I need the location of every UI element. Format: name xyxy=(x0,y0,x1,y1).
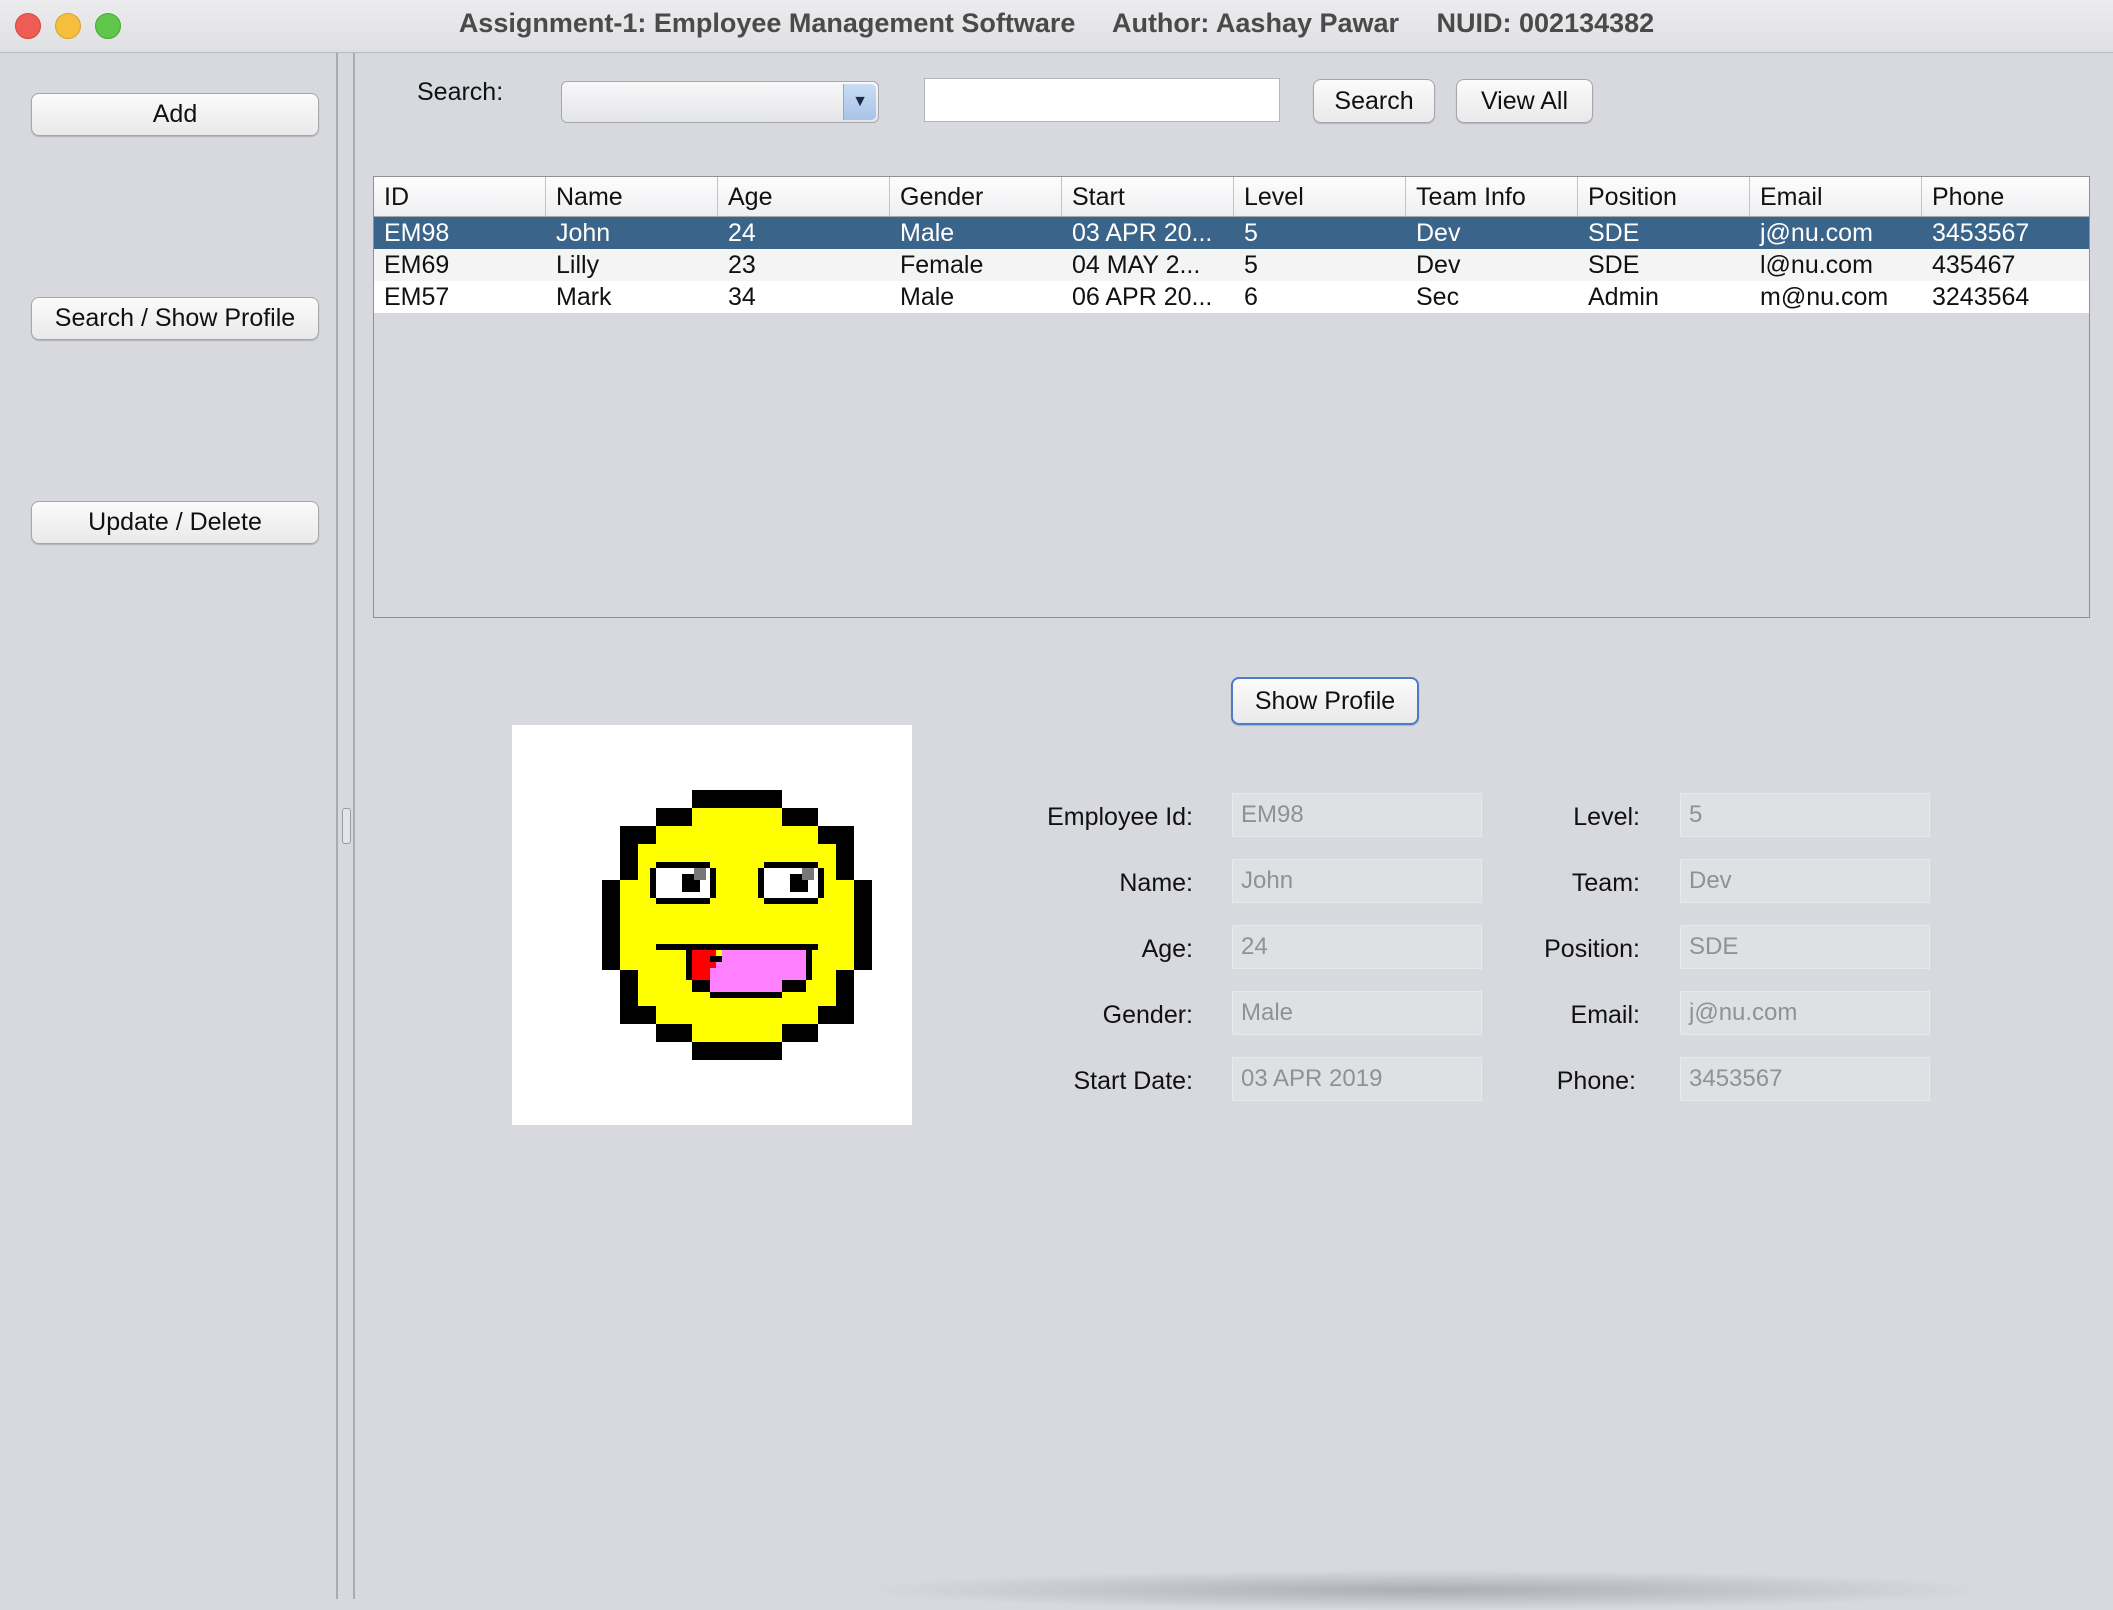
column-header-age[interactable]: Age xyxy=(718,177,890,216)
search-button[interactable]: Search xyxy=(1313,79,1435,123)
split-divider-grip[interactable] xyxy=(342,808,351,844)
pixel-smiley-tongue-icon xyxy=(602,790,872,1060)
table-cell: 5 xyxy=(1244,219,1258,247)
window-shadow xyxy=(850,1570,2000,1610)
title-bar: Assignment-1: Employee Management Softwa… xyxy=(0,0,2113,53)
position-label: Position: xyxy=(1544,935,1640,963)
table-cell: Admin xyxy=(1588,283,1659,311)
table-cell: 3453567 xyxy=(1932,219,2030,247)
table-cell: Dev xyxy=(1416,219,1461,247)
column-header-start[interactable]: Start xyxy=(1062,177,1234,216)
team-label: Team: xyxy=(1571,869,1640,897)
table-cell: Lilly xyxy=(556,251,600,279)
position-field[interactable]: SDE xyxy=(1680,925,1930,969)
table-cell: 04 MAY 2... xyxy=(1072,251,1201,279)
table-cell: 3243564 xyxy=(1932,283,2030,311)
email-label: Email: xyxy=(1570,1001,1640,1029)
gender-label: Gender: xyxy=(1102,1001,1193,1029)
app-window: Assignment-1: Employee Management Softwa… xyxy=(0,0,2113,1610)
table-header: ID Name Age Gender Start Level Team Info… xyxy=(374,177,2089,217)
column-header-team-info[interactable]: Team Info xyxy=(1406,177,1578,216)
search-label: Search: xyxy=(417,78,504,106)
show-profile-button[interactable]: Show Profile xyxy=(1231,677,1419,725)
start-date-label: Start Date: xyxy=(1073,1067,1194,1095)
employee-table[interactable]: ID Name Age Gender Start Level Team Info… xyxy=(373,176,2090,618)
add-button[interactable]: Add xyxy=(31,93,319,136)
view-all-button[interactable]: View All xyxy=(1456,79,1593,123)
table-cell: Male xyxy=(900,219,955,247)
table-cell: Dev xyxy=(1416,251,1461,279)
column-header-email[interactable]: Email xyxy=(1750,177,1922,216)
split-divider[interactable] xyxy=(336,53,338,1599)
column-header-gender[interactable]: Gender xyxy=(890,177,1062,216)
table-cell: 34 xyxy=(728,283,756,311)
phone-field[interactable]: 3453567 xyxy=(1680,1057,1930,1101)
age-label: Age: xyxy=(1141,935,1193,963)
table-row[interactable]: EM69 Lilly 23 Female 04 MAY 2... 5 Dev S… xyxy=(374,249,2089,281)
table-cell: 23 xyxy=(728,251,756,279)
table-cell: 435467 xyxy=(1932,251,2016,279)
search-input[interactable] xyxy=(924,78,1280,122)
table-cell: 03 APR 20... xyxy=(1072,219,1213,247)
table-body: EM98 John 24 Male 03 APR 20... 5 Dev SDE… xyxy=(374,217,2089,313)
column-header-position[interactable]: Position xyxy=(1578,177,1750,216)
table-cell: John xyxy=(556,219,611,247)
column-header-level[interactable]: Level xyxy=(1234,177,1406,216)
table-cell: 06 APR 20... xyxy=(1072,283,1213,311)
table-cell: 6 xyxy=(1244,283,1258,311)
level-label: Level: xyxy=(1573,803,1640,831)
table-cell: EM98 xyxy=(384,219,450,247)
chevron-down-icon[interactable]: ▼ xyxy=(843,84,876,120)
table-cell: l@nu.com xyxy=(1760,251,1873,279)
table-row[interactable]: EM57 Mark 34 Male 06 APR 20... 6 Sec Adm… xyxy=(374,281,2089,313)
column-header-name[interactable]: Name xyxy=(546,177,718,216)
table-cell: Sec xyxy=(1416,283,1460,311)
table-cell: Female xyxy=(900,251,984,279)
employee-id-label: Employee Id: xyxy=(1047,803,1193,831)
table-row[interactable]: EM98 John 24 Male 03 APR 20... 5 Dev SDE… xyxy=(374,217,2089,249)
search-field-dropdown[interactable]: ▼ xyxy=(561,81,879,123)
table-cell: Male xyxy=(900,283,955,311)
update-delete-button[interactable]: Update / Delete xyxy=(31,501,319,544)
level-field[interactable]: 5 xyxy=(1680,793,1930,837)
phone-label: Phone: xyxy=(1556,1067,1636,1095)
column-header-id[interactable]: ID xyxy=(374,177,546,216)
table-cell: EM57 xyxy=(384,283,450,311)
table-cell: j@nu.com xyxy=(1760,219,1873,247)
table-cell: 24 xyxy=(728,219,756,247)
name-label: Name: xyxy=(1119,869,1193,897)
table-cell: m@nu.com xyxy=(1760,283,1889,311)
table-cell: SDE xyxy=(1588,251,1640,279)
control-panel xyxy=(0,53,336,1599)
search-show-profile-button[interactable]: Search / Show Profile xyxy=(31,297,319,340)
email-field[interactable]: j@nu.com xyxy=(1680,991,1930,1035)
table-cell: EM69 xyxy=(384,251,450,279)
table-cell: Mark xyxy=(556,283,612,311)
window-title: Assignment-1: Employee Management Softwa… xyxy=(458,8,1655,38)
table-cell: SDE xyxy=(1588,219,1640,247)
profile-photo xyxy=(512,725,912,1125)
column-header-phone[interactable]: Phone xyxy=(1922,177,2089,216)
split-divider-edge xyxy=(353,53,355,1599)
team-field[interactable]: Dev xyxy=(1680,859,1930,903)
table-cell: 5 xyxy=(1244,251,1258,279)
